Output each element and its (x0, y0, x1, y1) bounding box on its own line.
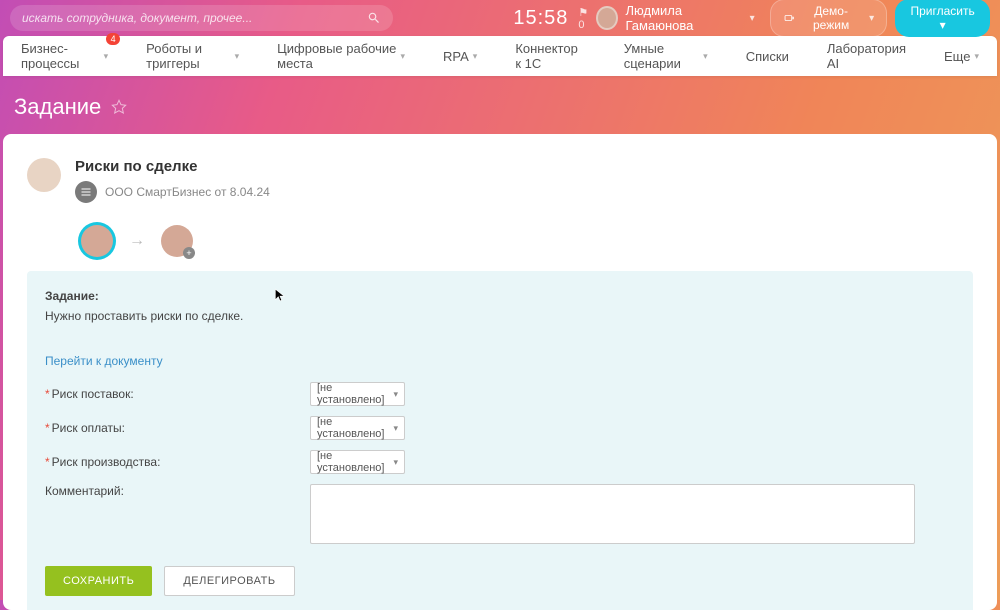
user-name: Людмила Гамаюнова (626, 3, 740, 33)
nav-item-2[interactable]: Цифровые рабочие места▾ (277, 41, 405, 71)
assignee-avatar-from[interactable] (81, 225, 113, 257)
task-title: Риски по сделке (75, 158, 270, 175)
task-block-label: Задание: (45, 289, 955, 303)
field-label-risk-supply: *Риск поставок: (45, 387, 310, 401)
chevron-down-icon: ▾ (473, 51, 478, 62)
content-panel: Риски по сделке ООО СмартБизнес от 8.04.… (3, 134, 997, 610)
nav-item-5[interactable]: Умные сценарии▾ (624, 41, 708, 71)
page-title: Задание (14, 94, 101, 120)
field-label-comment: Комментарий: (45, 484, 310, 498)
user-menu[interactable]: Людмила Гамаюнова ▾ (596, 3, 755, 33)
invite-button[interactable]: Пригласить ▾ (895, 0, 990, 37)
battery-icon (783, 13, 795, 23)
chevron-down-icon: ▾ (400, 51, 405, 62)
assignee-avatar-to[interactable]: + (161, 225, 193, 257)
chevron-down-icon: ▾ (703, 51, 708, 62)
chevron-down-icon: ▾ (974, 51, 979, 62)
chevron-down-icon: ▾ (750, 13, 755, 24)
select-risk-supply[interactable]: [не установлено]▾ (310, 382, 405, 406)
main-nav: Бизнес-процессы▾4 Роботы и триггеры▾ Цифро… (3, 36, 997, 76)
task-block-text: Нужно проставить риски по сделке. (45, 309, 955, 323)
goto-document-link[interactable]: Перейти к документу (45, 354, 163, 368)
nav-item-0[interactable]: Бизнес-процессы▾4 (21, 41, 108, 71)
list-icon[interactable] (75, 181, 97, 203)
notification-flag[interactable]: ⚑ 0 (578, 6, 595, 31)
chevron-down-icon: ▾ (869, 13, 874, 24)
nav-item-6[interactable]: Списки (746, 49, 789, 64)
nav-item-8[interactable]: Еще▾ (944, 49, 979, 64)
clock-time: 15:58 (513, 7, 568, 30)
field-label-risk-payment: *Риск оплаты: (45, 421, 310, 435)
user-avatar (596, 6, 618, 30)
plus-icon: + (183, 247, 195, 259)
delegate-button[interactable]: ДЕЛЕГИРОВАТЬ (164, 566, 294, 596)
chevron-down-icon: ▾ (393, 389, 398, 400)
arrow-right-icon: → (129, 232, 145, 250)
nav-badge: 4 (106, 33, 120, 45)
demo-mode-button[interactable]: Демо-режим ▾ (770, 0, 888, 37)
search-input[interactable] (22, 11, 367, 25)
select-risk-production[interactable]: [не установлено]▾ (310, 450, 405, 474)
task-owner-avatar (27, 158, 61, 192)
chevron-down-icon: ▾ (393, 423, 398, 434)
nav-item-4[interactable]: Коннектор к 1С (515, 41, 585, 71)
comment-textarea[interactable] (310, 484, 915, 544)
nav-item-3[interactable]: RPA▾ (443, 49, 477, 64)
nav-item-1[interactable]: Роботы и триггеры▾ (146, 41, 239, 71)
search-bar[interactable] (10, 5, 393, 31)
nav-item-7[interactable]: Лаборатория AI (827, 41, 906, 71)
search-icon (367, 11, 381, 25)
task-details-box: Задание: Нужно проставить риски по сделк… (27, 271, 973, 610)
task-subtitle: ООО СмартБизнес от 8.04.24 (105, 185, 270, 199)
chevron-down-icon: ▾ (235, 51, 240, 62)
field-label-risk-production: *Риск производства: (45, 455, 310, 469)
chevron-down-icon: ▾ (393, 457, 398, 468)
select-risk-payment[interactable]: [не установлено]▾ (310, 416, 405, 440)
save-button[interactable]: СОХРАНИТЬ (45, 566, 152, 596)
chevron-down-icon: ▾ (104, 51, 109, 62)
star-icon[interactable] (111, 99, 127, 115)
